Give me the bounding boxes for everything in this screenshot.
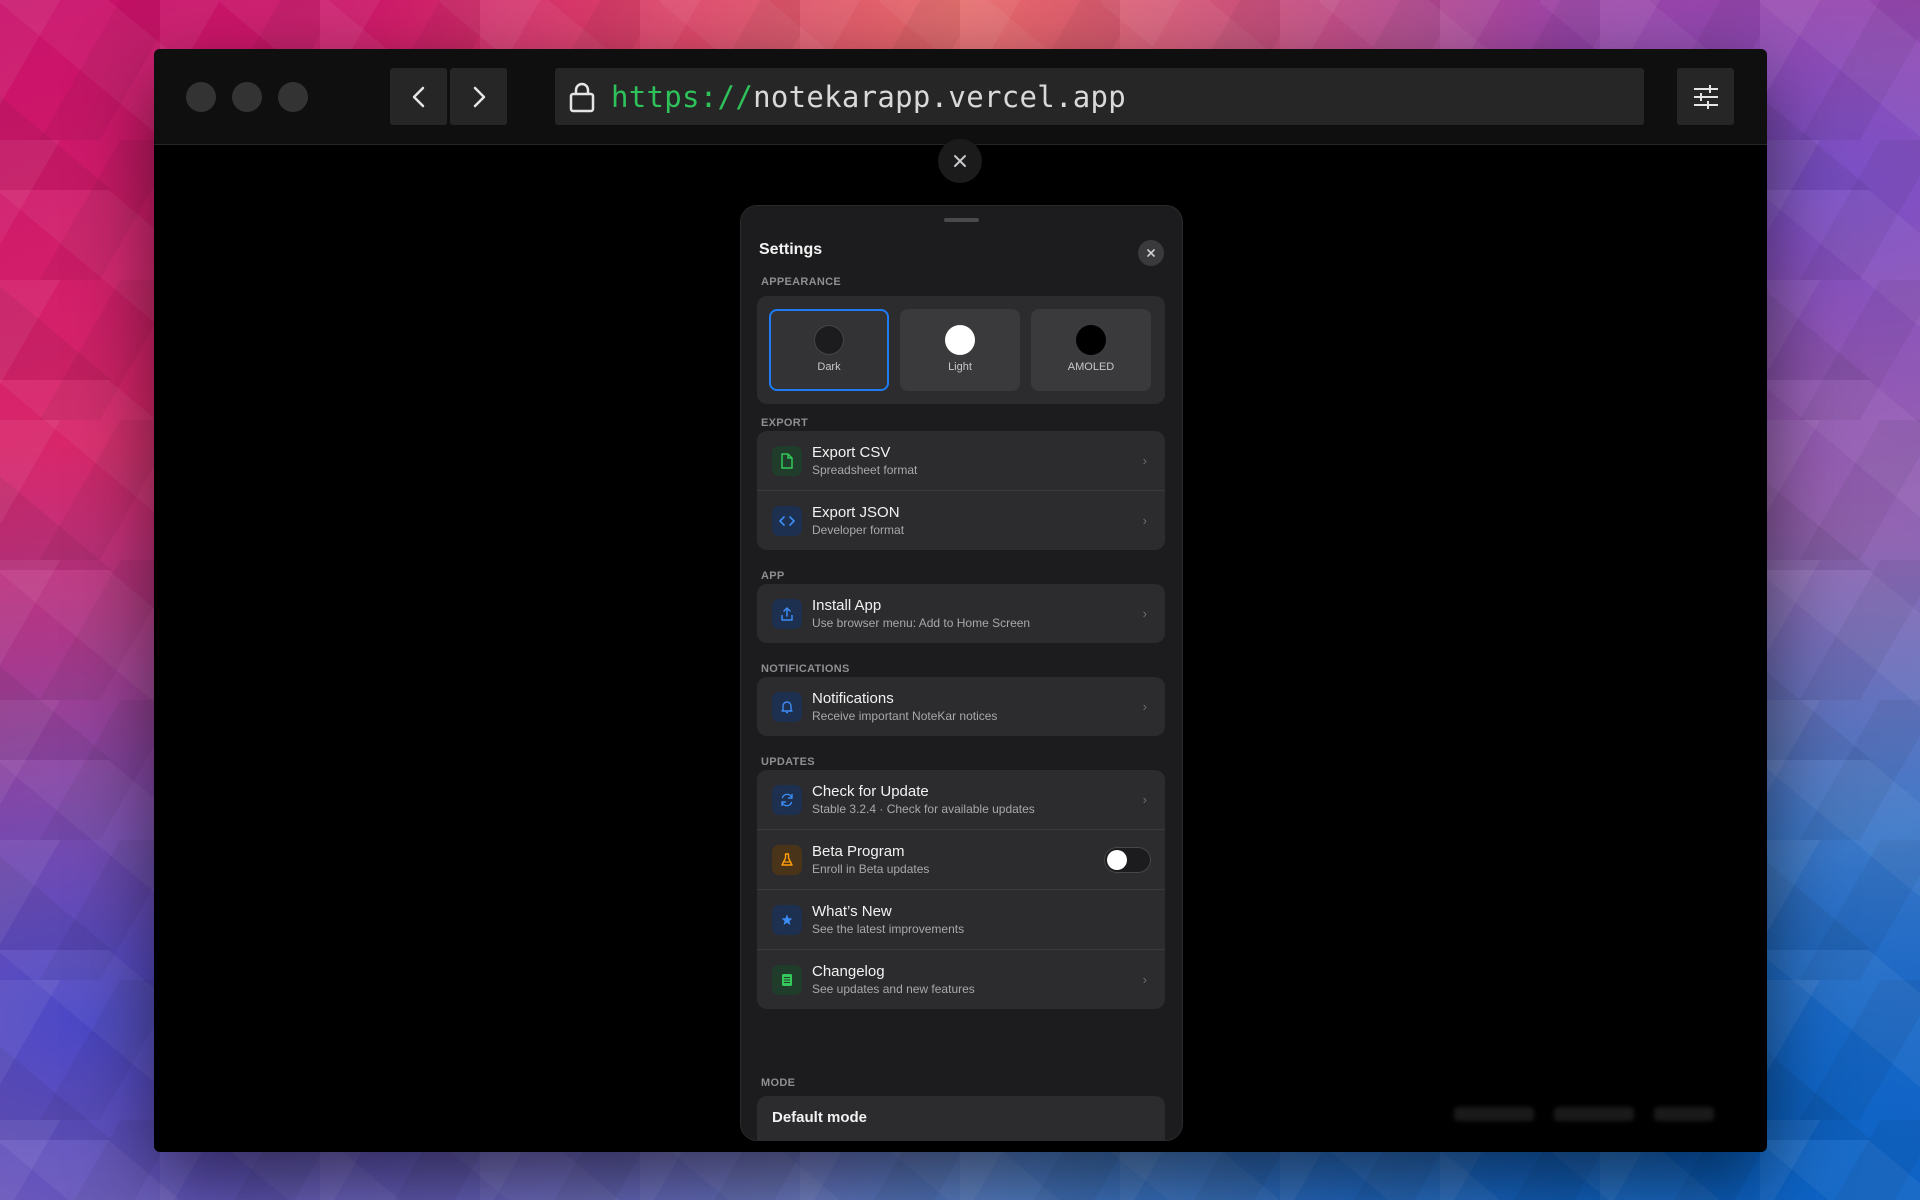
export-json-row[interactable]: Export JSON Developer format › — [757, 491, 1165, 550]
window-close-dot[interactable] — [186, 82, 216, 112]
chevron-right-icon: › — [1142, 606, 1147, 621]
address-bar[interactable]: https://notekarapp.vercel.app — [555, 68, 1644, 125]
bell-icon — [772, 691, 802, 722]
row-title: Export JSON — [812, 504, 900, 521]
background-hint — [1454, 1107, 1534, 1121]
theme-option-label: Dark — [817, 361, 841, 373]
theme-option-amoled[interactable]: AMOLED — [1031, 309, 1151, 391]
row-subtitle: Stable 3.2.4 · Check for available updat… — [812, 802, 1035, 816]
row-title: Install App — [812, 597, 882, 614]
star-icon — [772, 904, 802, 935]
row-subtitle: Spreadsheet format — [812, 463, 918, 477]
row-title: Notifications — [812, 690, 894, 707]
row-title: What’s New — [812, 903, 892, 920]
section-label-appearance: APPEARANCE — [761, 276, 842, 288]
beta-program-toggle[interactable] — [1104, 847, 1151, 873]
export-card: Export CSV Spreadsheet format › Export J… — [757, 431, 1165, 550]
row-title: Check for Update — [812, 783, 929, 800]
updates-card: Check for Update Stable 3.2.4 · Check fo… — [757, 770, 1165, 1009]
export-csv-row[interactable]: Export CSV Spreadsheet format › — [757, 431, 1165, 491]
list-icon — [772, 964, 802, 995]
install-app-row[interactable]: Install App Use browser menu: Add to Hom… — [757, 584, 1165, 643]
panel-title: Settings — [759, 241, 823, 258]
browser-titlebar: https://notekarapp.vercel.app — [154, 49, 1767, 145]
notifications-row[interactable]: Notifications Receive important NoteKar … — [757, 677, 1165, 736]
app-card: Install App Use browser menu: Add to Hom… — [757, 584, 1165, 643]
file-icon — [772, 445, 802, 476]
sliders-icon — [1693, 84, 1718, 109]
section-label-mode: MODE — [761, 1077, 796, 1089]
toggle-knob — [1107, 850, 1127, 870]
row-subtitle: See updates and new features — [812, 982, 975, 996]
chevron-right-icon: › — [1142, 453, 1147, 468]
close-icon — [1147, 249, 1155, 257]
share-icon — [772, 598, 802, 629]
chevron-left-icon — [412, 86, 424, 107]
refresh-icon — [772, 784, 802, 815]
window-zoom-dot[interactable] — [278, 82, 308, 112]
changelog-row[interactable]: Changelog See updates and new features › — [757, 950, 1165, 1009]
whats-new-row[interactable]: What’s New See the latest improvements — [757, 890, 1165, 950]
browser-window: https://notekarapp.vercel.app ​ Settings… — [154, 49, 1767, 1152]
section-label-updates: UPDATES — [761, 756, 815, 768]
chevron-right-icon: › — [1142, 972, 1147, 987]
row-subtitle: See the latest improvements — [812, 922, 965, 936]
flask-icon — [772, 844, 802, 875]
browser-menu-button[interactable] — [1677, 68, 1734, 125]
row-title: Changelog — [812, 963, 885, 980]
row-subtitle: Developer format — [812, 523, 905, 537]
light-swatch — [945, 325, 975, 355]
row-subtitle: Use browser menu: Add to Home Screen — [812, 616, 1031, 630]
section-label-notifications: NOTIFICATIONS — [761, 663, 850, 675]
background-hint — [1554, 1107, 1634, 1121]
theme-option-light[interactable]: Light — [900, 309, 1020, 391]
drag-handle[interactable] — [944, 218, 979, 222]
row-subtitle: Enroll in Beta updates — [812, 862, 930, 876]
code-icon — [772, 505, 802, 536]
forward-button[interactable] — [450, 68, 507, 125]
window-minimize-dot[interactable] — [232, 82, 262, 112]
chevron-right-icon: › — [1142, 792, 1147, 807]
settings-close-button[interactable] — [1138, 240, 1164, 266]
chevron-right-icon: › — [1142, 513, 1147, 528]
theme-option-label: Light — [948, 361, 972, 373]
mode-value: Default mode — [772, 1109, 868, 1126]
beta-program-row: Beta Program Enroll in Beta updates — [757, 830, 1165, 890]
check-update-row[interactable]: Check for Update Stable 3.2.4 · Check fo… — [757, 770, 1165, 830]
amoled-swatch — [1076, 325, 1106, 355]
row-title: Export CSV — [812, 444, 891, 461]
notifications-card: Notifications Receive important NoteKar … — [757, 677, 1165, 736]
overlay-close-button[interactable] — [938, 139, 982, 183]
chevron-right-icon: › — [1142, 699, 1147, 714]
section-label-app: APP — [761, 570, 785, 582]
background-hint — [1654, 1107, 1714, 1121]
url-text: https://notekarapp.vercel.app — [611, 79, 1127, 114]
dark-swatch — [814, 325, 844, 355]
theme-selector: Dark Light AMOLED — [757, 296, 1165, 404]
section-label-export: EXPORT — [761, 417, 809, 429]
theme-option-dark[interactable]: Dark — [769, 309, 889, 391]
row-subtitle: Receive important NoteKar notices — [812, 709, 998, 723]
close-icon — [954, 155, 966, 167]
mode-card[interactable]: Default mode — [757, 1096, 1165, 1140]
lock-icon — [569, 82, 595, 112]
row-title: Beta Program — [812, 843, 905, 860]
theme-option-label: AMOLED — [1067, 361, 1115, 373]
chevron-right-icon — [473, 86, 485, 107]
back-button[interactable] — [390, 68, 447, 125]
settings-panel: Settings APPEARANCE Dark Light AMOLED EX… — [741, 206, 1182, 1140]
